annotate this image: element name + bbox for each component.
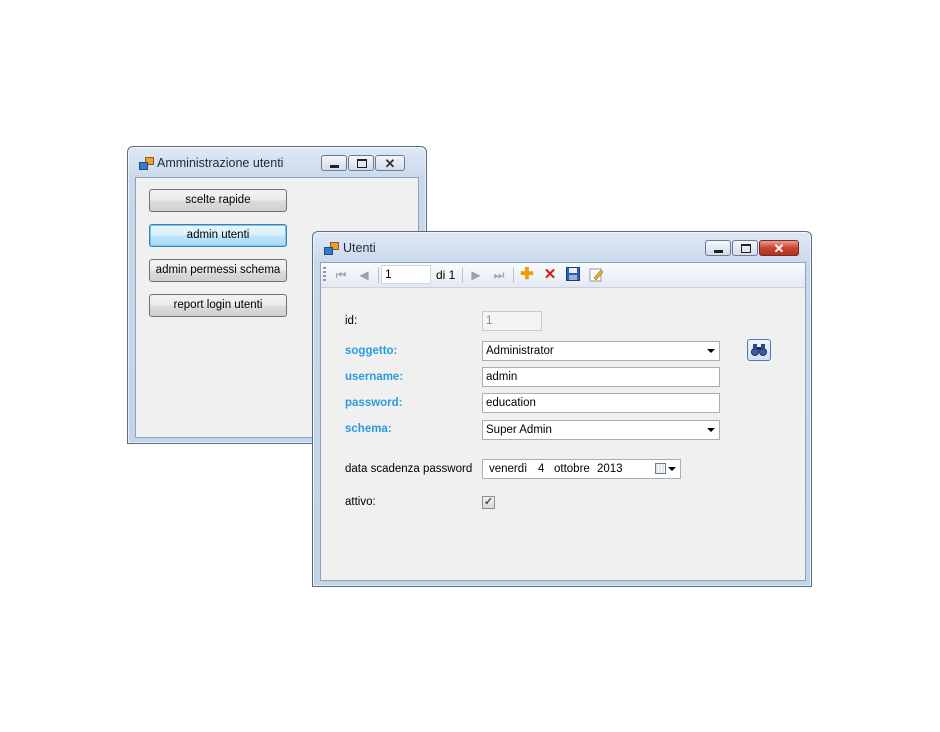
password-label: password: bbox=[345, 397, 403, 409]
search-soggetto-button[interactable] bbox=[747, 339, 771, 361]
date-month[interactable]: ottobre bbox=[554, 460, 590, 478]
username-label: username: bbox=[345, 371, 404, 383]
close-icon: ✕ bbox=[384, 156, 396, 171]
report-login-utenti-button[interactable]: report login utenti bbox=[149, 294, 287, 317]
admin-utenti-button[interactable]: admin utenti bbox=[149, 224, 287, 247]
chevron-down-icon[interactable] bbox=[707, 349, 715, 353]
scadenza-password-label: data scadenza password bbox=[345, 463, 473, 475]
window-title: Utenti bbox=[343, 241, 376, 255]
maximize-icon bbox=[741, 244, 751, 253]
schema-combobox[interactable]: Super Admin bbox=[482, 420, 720, 440]
window-title: Amministrazione utenti bbox=[157, 156, 284, 170]
schema-label: schema: bbox=[345, 423, 392, 435]
maximize-button[interactable] bbox=[348, 155, 374, 171]
titlebar[interactable]: Amministrazione utenti ✕ bbox=[128, 147, 426, 177]
move-last-icon[interactable]: ⏭ bbox=[491, 267, 507, 283]
move-previous-icon[interactable]: ◀ bbox=[356, 267, 372, 283]
maximize-button[interactable] bbox=[732, 240, 758, 256]
chevron-down-icon[interactable] bbox=[668, 467, 676, 471]
soggetto-value: Administrator bbox=[486, 345, 554, 357]
add-new-icon[interactable]: ✚ bbox=[519, 267, 535, 283]
edit-icon[interactable] bbox=[588, 267, 604, 283]
window-client-area: ⏮ ◀ 1 di 1 ▶ ⏭ ✚ ✕ id: 1 soggetto: Admin… bbox=[320, 262, 806, 581]
scelte-rapide-button[interactable]: scelte rapide bbox=[149, 189, 287, 212]
titlebar[interactable]: Utenti ✕ bbox=[313, 232, 811, 262]
schema-value: Super Admin bbox=[486, 424, 552, 436]
date-day[interactable]: 4 bbox=[538, 460, 544, 478]
save-icon[interactable] bbox=[565, 267, 581, 283]
username-field[interactable]: admin bbox=[482, 367, 720, 387]
move-first-icon[interactable]: ⏮ bbox=[333, 267, 349, 283]
minimize-button[interactable] bbox=[321, 155, 347, 171]
close-button[interactable]: ✕ bbox=[759, 240, 799, 256]
position-input[interactable]: 1 bbox=[381, 265, 431, 284]
close-button[interactable]: ✕ bbox=[375, 155, 405, 171]
binding-navigator: ⏮ ◀ 1 di 1 ▶ ⏭ ✚ ✕ bbox=[321, 263, 805, 288]
id-label: id: bbox=[345, 315, 358, 327]
close-icon: ✕ bbox=[773, 241, 785, 256]
minimize-icon bbox=[714, 250, 723, 253]
attivo-checkbox[interactable]: ✓ bbox=[482, 496, 495, 509]
soggetto-combobox[interactable]: Administrator bbox=[482, 341, 720, 361]
date-weekday[interactable]: venerdì bbox=[489, 460, 527, 478]
admin-permessi-schema-button[interactable]: admin permessi schema bbox=[149, 259, 287, 282]
utenti-window: Utenti ✕ ⏮ ◀ 1 di 1 ▶ ⏭ ✚ ✕ id: 1 sogget… bbox=[312, 231, 812, 587]
date-year[interactable]: 2013 bbox=[597, 460, 623, 478]
separator bbox=[378, 267, 379, 283]
scadenza-password-datepicker[interactable]: venerdì 4 ottobre 2013 bbox=[482, 459, 681, 479]
maximize-icon bbox=[357, 159, 367, 168]
app-icon bbox=[139, 157, 154, 170]
count-label: di 1 bbox=[436, 268, 456, 282]
chevron-down-icon[interactable] bbox=[707, 428, 715, 432]
separator bbox=[513, 267, 514, 283]
move-next-icon[interactable]: ▶ bbox=[468, 267, 484, 283]
minimize-icon bbox=[330, 165, 339, 168]
soggetto-label: soggetto: bbox=[345, 345, 398, 357]
toolstrip-grip[interactable] bbox=[323, 267, 326, 283]
password-field[interactable]: education bbox=[482, 393, 720, 413]
calendar-icon[interactable] bbox=[655, 463, 666, 474]
id-field: 1 bbox=[482, 311, 542, 331]
binoculars-icon bbox=[751, 344, 767, 356]
attivo-label: attivo: bbox=[345, 496, 376, 508]
separator bbox=[462, 267, 463, 283]
app-icon bbox=[324, 242, 339, 255]
delete-icon[interactable]: ✕ bbox=[542, 267, 558, 283]
minimize-button[interactable] bbox=[705, 240, 731, 256]
